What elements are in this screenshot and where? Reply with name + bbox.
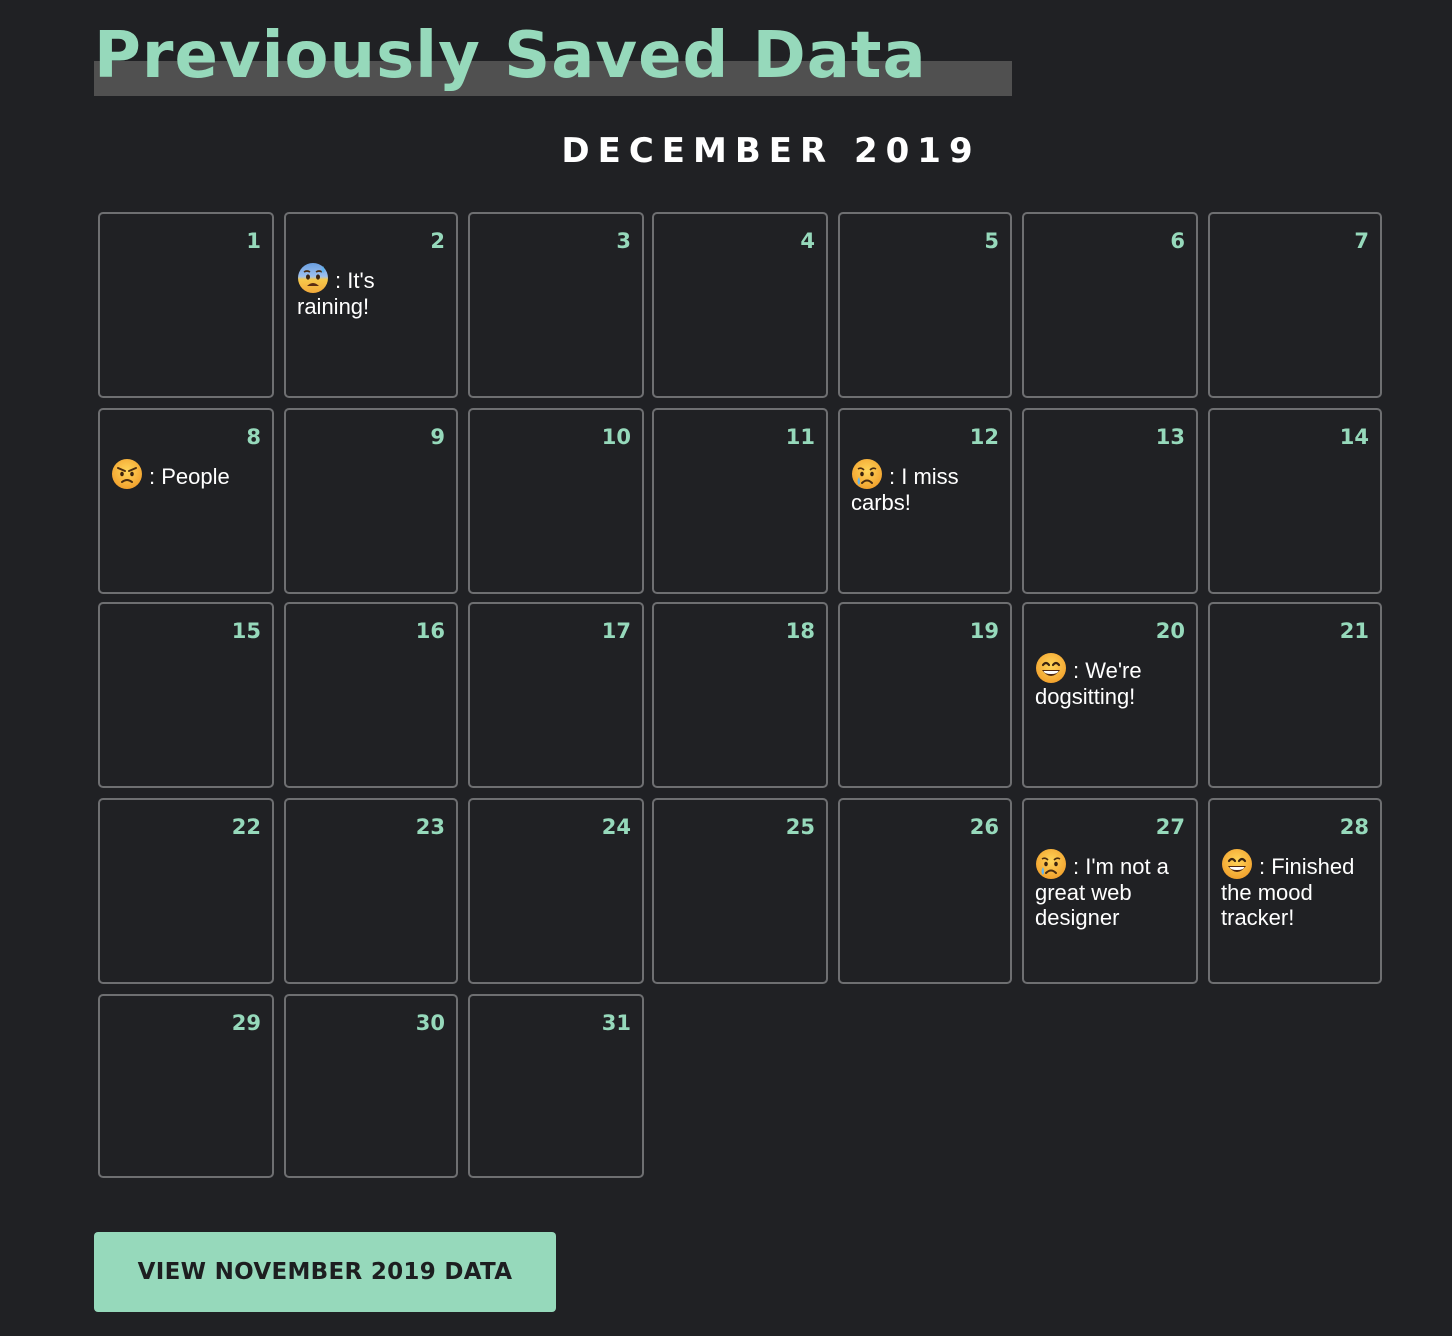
day-number: 3 [616, 229, 631, 253]
mood-entry: : It's raining! [297, 262, 448, 319]
day-number: 2 [430, 229, 445, 253]
day-cell[interactable]: 30 [284, 994, 458, 1178]
day-number: 4 [800, 229, 815, 253]
day-cell[interactable]: 15 [98, 602, 274, 788]
day-cell[interactable]: 8 : People [98, 408, 274, 594]
mood-entry: : I miss carbs! [851, 458, 1002, 515]
day-cell[interactable]: 3 [468, 212, 644, 398]
day-number: 17 [601, 619, 631, 643]
grinning-face-emoji-icon [1035, 652, 1067, 684]
day-number: 23 [415, 815, 445, 839]
day-number: 27 [1155, 815, 1185, 839]
day-cell[interactable]: 6 [1022, 212, 1198, 398]
day-number: 12 [969, 425, 999, 449]
day-cell[interactable]: 7 [1208, 212, 1382, 398]
day-cell[interactable]: 27 : I'm not a great web designer [1022, 798, 1198, 984]
day-number: 14 [1339, 425, 1369, 449]
day-number: 20 [1155, 619, 1185, 643]
day-cell[interactable]: 31 [468, 994, 644, 1178]
day-cell[interactable]: 21 [1208, 602, 1382, 788]
day-cell[interactable]: 16 [284, 602, 458, 788]
day-cell[interactable]: 26 [838, 798, 1012, 984]
day-cell[interactable]: 4 [652, 212, 828, 398]
day-number: 31 [601, 1011, 631, 1035]
day-number: 26 [969, 815, 999, 839]
day-cell[interactable]: 11 [652, 408, 828, 594]
day-number: 28 [1339, 815, 1369, 839]
day-number: 7 [1354, 229, 1369, 253]
day-cell[interactable]: 2 : It's raining! [284, 212, 458, 398]
angry-face-emoji-icon [111, 458, 143, 490]
day-cell[interactable]: 14 [1208, 408, 1382, 594]
mood-entry: : We're dogsitting! [1035, 652, 1188, 709]
day-cell[interactable]: 23 [284, 798, 458, 984]
day-number: 15 [231, 619, 261, 643]
day-number: 22 [231, 815, 261, 839]
day-cell[interactable]: 10 [468, 408, 644, 594]
day-number: 29 [231, 1011, 261, 1035]
day-cell[interactable]: 18 [652, 602, 828, 788]
crying-face-emoji-icon [851, 458, 883, 490]
day-cell[interactable]: 28 : Finished the mood tracker! [1208, 798, 1382, 984]
day-number: 5 [984, 229, 999, 253]
day-number: 18 [785, 619, 815, 643]
day-cell[interactable]: 20 : We're dogsitting! [1022, 602, 1198, 788]
crying-face-emoji-icon [1035, 848, 1067, 880]
day-cell[interactable]: 5 [838, 212, 1012, 398]
day-cell[interactable]: 17 [468, 602, 644, 788]
day-cell[interactable]: 22 [98, 798, 274, 984]
day-cell[interactable]: 24 [468, 798, 644, 984]
mood-entry: : I'm not a great web designer [1035, 848, 1188, 930]
day-number: 19 [969, 619, 999, 643]
day-number: 16 [415, 619, 445, 643]
day-number: 8 [246, 425, 261, 449]
day-number: 25 [785, 815, 815, 839]
day-cell[interactable]: 12 : I miss carbs! [838, 408, 1012, 594]
calendar-grid: 12: It's raining! 3 4 5 6 7 8: People 9 10 11 12: … [0, 0, 1452, 1200]
day-cell[interactable]: 1 [98, 212, 274, 398]
mood-entry: : People [111, 458, 264, 490]
mood-note: : People [149, 464, 230, 489]
view-previous-month-button[interactable]: VIEW NOVEMBER 2019 DATA [94, 1232, 556, 1312]
day-cell[interactable]: 25 [652, 798, 828, 984]
day-number: 6 [1170, 229, 1185, 253]
day-number: 24 [601, 815, 631, 839]
day-cell[interactable]: 9 [284, 408, 458, 594]
day-cell[interactable]: 13 [1022, 408, 1198, 594]
day-number: 30 [415, 1011, 445, 1035]
day-cell[interactable]: 19 [838, 602, 1012, 788]
day-number: 10 [601, 425, 631, 449]
day-number: 9 [430, 425, 445, 449]
day-number: 11 [785, 425, 815, 449]
anxious-sweat-emoji-icon [297, 262, 329, 294]
day-number: 21 [1339, 619, 1369, 643]
day-number: 13 [1155, 425, 1185, 449]
day-number: 1 [246, 229, 261, 253]
grinning-face-emoji-icon [1221, 848, 1253, 880]
day-cell[interactable]: 29 [98, 994, 274, 1178]
mood-entry: : Finished the mood tracker! [1221, 848, 1372, 930]
